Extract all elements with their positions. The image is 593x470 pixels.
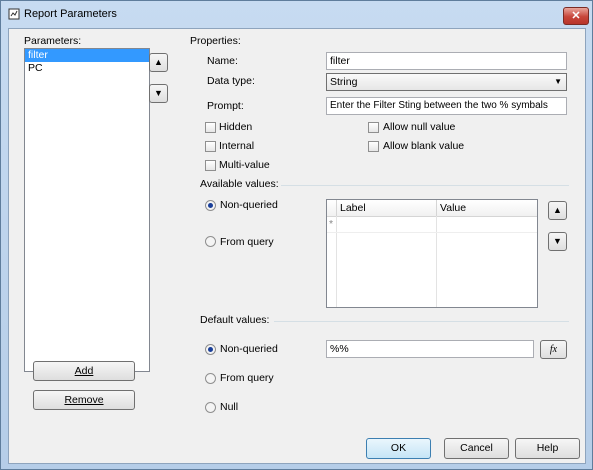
report-icon [8, 8, 20, 20]
dialog-body: Parameters: filter PC ▲ ▼ Add Remove Pro… [8, 28, 586, 464]
available-move-up-button[interactable]: ▲ [548, 201, 567, 220]
default-non-queried-label: Non-queried [220, 343, 278, 355]
arrow-down-icon: ▼ [553, 236, 562, 246]
properties-header: Properties: [190, 35, 241, 47]
close-button[interactable]: ✕ [563, 7, 589, 25]
data-type-label: Data type: [207, 75, 255, 87]
internal-label: Internal [219, 140, 255, 152]
parameters-list[interactable]: filter PC [24, 48, 150, 372]
name-field[interactable]: filter [326, 52, 567, 70]
allow-null-checkbox[interactable] [368, 122, 379, 133]
list-item-filter[interactable]: filter [25, 49, 149, 62]
internal-checkbox[interactable] [205, 141, 216, 152]
hidden-label: Hidden [219, 121, 253, 133]
available-non-queried-radio[interactable] [205, 200, 216, 211]
default-value-field[interactable]: %% [326, 340, 534, 358]
multi-value-label: Multi-value [219, 159, 270, 171]
default-from-query-radio[interactable] [205, 373, 216, 384]
available-move-down-button[interactable]: ▼ [548, 232, 567, 251]
column-value: Value [440, 202, 467, 214]
prompt-field[interactable]: Enter the Filter Sting between the two %… [326, 97, 567, 115]
allow-blank-checkbox[interactable] [368, 141, 379, 152]
parameters-label: Parameters: [24, 35, 82, 47]
chevron-down-icon: ▼ [554, 77, 562, 86]
list-item-pc[interactable]: PC [25, 62, 149, 75]
default-non-queried-radio[interactable] [205, 344, 216, 355]
data-type-select[interactable]: String ▼ [326, 73, 567, 91]
report-parameters-dialog: Report Parameters ✕ Parameters: filter P… [0, 0, 593, 470]
new-row-marker: * [329, 218, 334, 230]
available-from-query-radio[interactable] [205, 236, 216, 247]
arrow-up-icon: ▲ [154, 57, 163, 67]
cancel-button[interactable]: Cancel [444, 438, 509, 459]
ok-button[interactable]: OK [366, 438, 431, 459]
allow-null-label: Allow null value [383, 121, 456, 133]
multi-value-checkbox[interactable] [205, 160, 216, 171]
help-button[interactable]: Help [515, 438, 580, 459]
grid-header: Label Value [327, 200, 537, 217]
available-separator [281, 185, 569, 186]
move-up-button[interactable]: ▲ [149, 53, 168, 72]
add-button[interactable]: Add [33, 361, 135, 381]
default-null-radio[interactable] [205, 402, 216, 413]
allow-blank-label: Allow blank value [383, 140, 465, 152]
default-separator [274, 321, 569, 322]
window-title: Report Parameters [24, 8, 117, 20]
move-down-button[interactable]: ▼ [149, 84, 168, 103]
remove-button[interactable]: Remove [33, 390, 135, 410]
hidden-checkbox[interactable] [205, 122, 216, 133]
prompt-label: Prompt: [207, 100, 244, 112]
available-from-query-label: From query [220, 236, 274, 248]
available-non-queried-label: Non-queried [220, 199, 278, 211]
title-bar: Report Parameters ✕ [1, 1, 592, 27]
column-label: Label [340, 202, 366, 214]
available-values-header: Available values: [200, 178, 279, 190]
fx-icon: fx [549, 344, 558, 355]
expression-button[interactable]: fx [540, 340, 567, 359]
default-values-header: Default values: [200, 314, 270, 326]
arrow-down-icon: ▼ [154, 88, 163, 98]
name-label: Name: [207, 55, 238, 67]
arrow-up-icon: ▲ [553, 205, 562, 215]
default-from-query-label: From query [220, 372, 274, 384]
available-values-grid[interactable]: Label Value * [326, 199, 538, 308]
default-null-label: Null [220, 401, 239, 413]
